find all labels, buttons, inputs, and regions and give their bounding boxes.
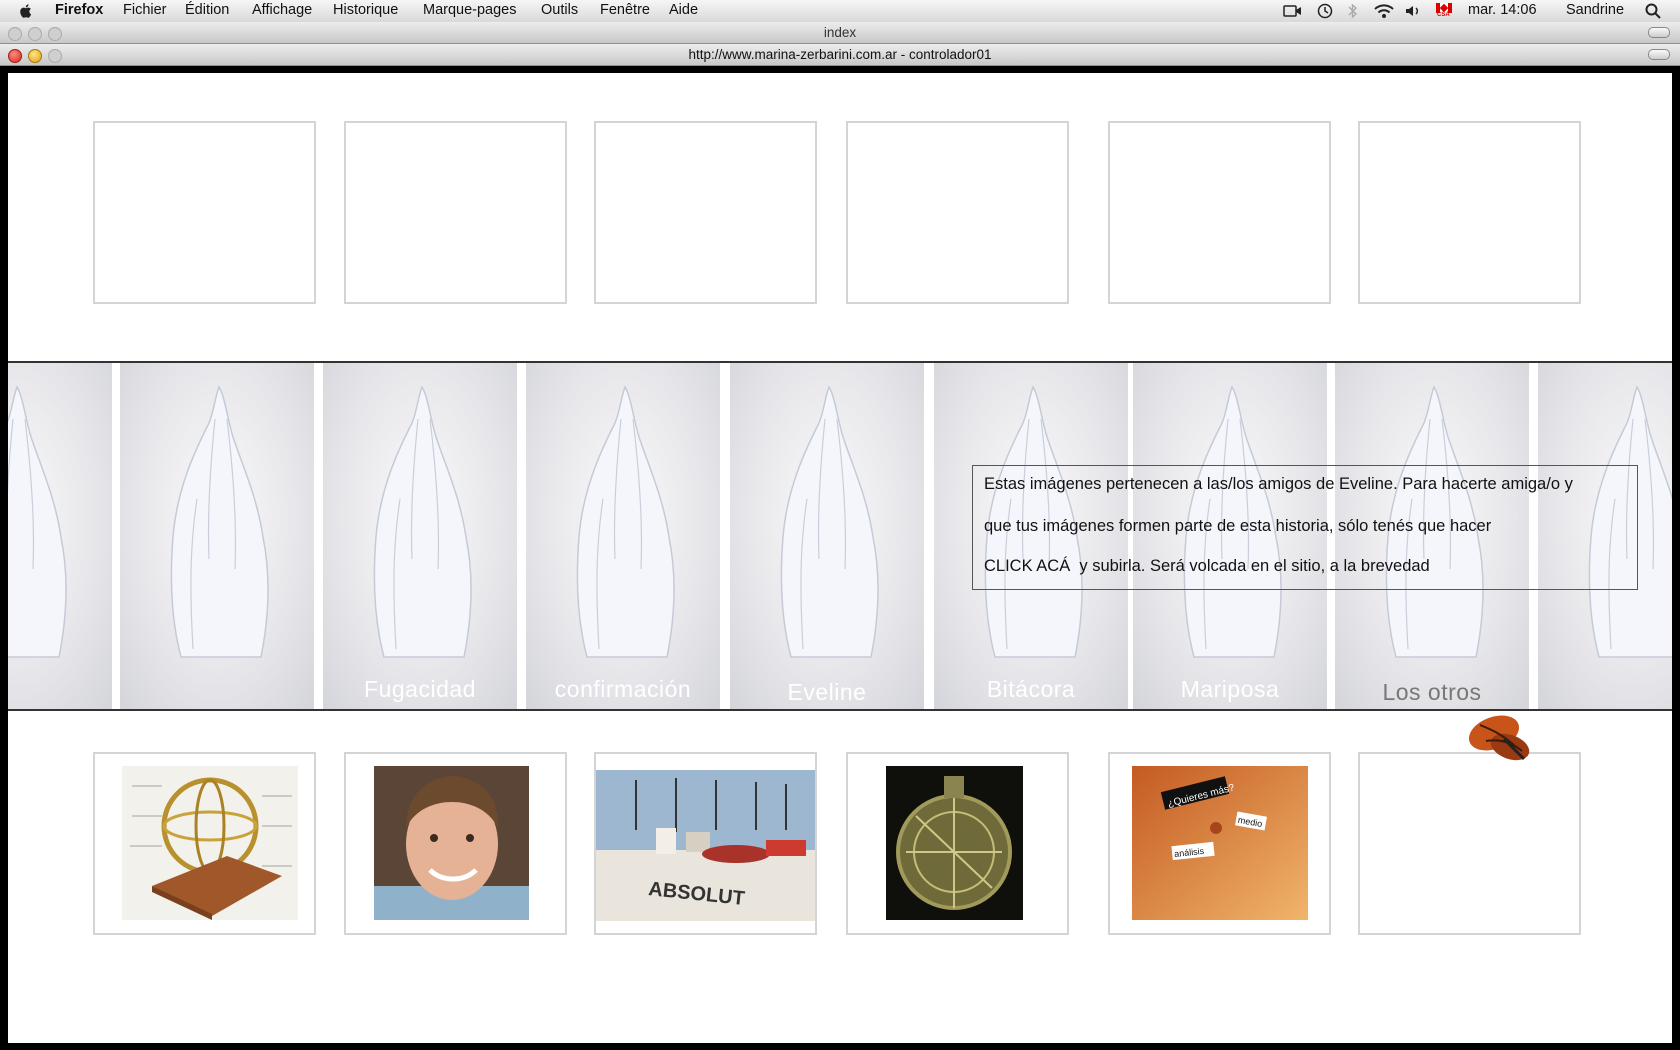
bottom-frame-2[interactable] — [344, 752, 567, 935]
drape-image — [8, 385, 67, 658]
minimize-button[interactable] — [28, 49, 42, 63]
menu-outils[interactable]: Outils — [541, 2, 578, 18]
bottom-frame-6[interactable] — [1358, 752, 1581, 935]
bottom-frame-1[interactable] — [93, 752, 316, 935]
click-aca-link[interactable]: CLICK ACÁ — [984, 557, 1070, 575]
menu-affichage[interactable]: Affichage — [252, 2, 312, 18]
info-line-1: Estas imágenes pertenecen a las/los amig… — [984, 475, 1573, 493]
menubar-clock[interactable]: mar. 14:06 — [1468, 2, 1537, 18]
menu-aide[interactable]: Aide — [669, 2, 698, 18]
menubar-user[interactable]: Sandrine — [1566, 2, 1624, 18]
panel-label-eveline[interactable]: Eveline — [730, 679, 924, 706]
drape-image — [373, 385, 472, 658]
window-title-url: http://www.marina-zerbarini.com.ar - con… — [688, 47, 992, 62]
panel-label-los-otros[interactable]: Los otros — [1335, 679, 1529, 706]
top-frame-3[interactable] — [594, 121, 817, 304]
panel-label-mariposa[interactable]: Mariposa — [1133, 676, 1327, 703]
drape-image — [780, 385, 879, 658]
menu-historique[interactable]: Historique — [333, 2, 398, 18]
bluetooth-icon[interactable] — [1347, 3, 1359, 19]
top-frame-5[interactable] — [1108, 121, 1331, 304]
web-page: Fugacidad confirmación Eveline Bitácora … — [8, 73, 1672, 1043]
toolbar-toggle-inner[interactable] — [1648, 49, 1670, 60]
menu-fenetre[interactable]: Fenêtre — [600, 2, 650, 18]
friends-info-box: Estas imágenes pertenecen a las/los amig… — [972, 465, 1638, 590]
apple-icon[interactable] — [17, 2, 35, 20]
panel-label-confirmacion[interactable]: confirmación — [526, 676, 720, 703]
top-frame-1[interactable] — [93, 121, 316, 304]
close-button[interactable] — [8, 49, 22, 63]
close-button-inactive[interactable] — [8, 27, 22, 41]
bottom-frame-5[interactable]: ¿Quieres más? medio análisis — [1108, 752, 1331, 935]
video-camera-icon[interactable] — [1283, 4, 1303, 18]
wifi-icon[interactable] — [1373, 3, 1395, 19]
menu-fichier[interactable]: Fichier — [123, 2, 167, 18]
top-frame-6[interactable] — [1358, 121, 1581, 304]
window-title-bar-inner: http://www.marina-zerbarini.com.ar - con… — [0, 44, 1680, 66]
panel-label-bitacora[interactable]: Bitácora — [934, 676, 1128, 703]
zoom-button[interactable] — [48, 49, 62, 63]
info-line-3-rest: y subirla. Será volcada en el sitio, a l… — [1070, 557, 1430, 575]
zoom-button-inactive[interactable] — [48, 27, 62, 41]
bottom-frame-3[interactable]: ABSOLUT — [594, 752, 817, 935]
window-title-outer: index — [823, 25, 857, 40]
input-source-label: CSA — [1437, 12, 1450, 18]
gallery-band: Fugacidad confirmación Eveline Bitácora … — [8, 361, 1672, 711]
panel-confirmacion[interactable]: confirmación — [526, 363, 720, 709]
menu-edition[interactable]: Édition — [185, 2, 229, 18]
mac-menubar: Firefox Fichier Édition Affichage Histor… — [0, 0, 1680, 23]
toolbar-toggle-outer[interactable] — [1648, 27, 1670, 38]
info-line-3: CLICK ACÁ y subirla. Será volcada en el … — [984, 557, 1430, 576]
top-frame-2[interactable] — [344, 121, 567, 304]
info-line-2: que tus imágenes formen parte de esta hi… — [984, 517, 1492, 535]
time-machine-icon[interactable] — [1316, 3, 1334, 19]
bottom-frame-4[interactable] — [846, 752, 1069, 935]
canada-flag-icon[interactable]: CSA — [1436, 3, 1452, 19]
menu-marque-pages[interactable]: Marque-pages — [423, 2, 517, 18]
drape-image — [576, 385, 675, 658]
armillary-sphere-thumbnail[interactable] — [122, 766, 298, 920]
drape-image — [170, 385, 269, 658]
body-stickers-thumbnail[interactable]: ¿Quieres más? medio análisis — [1132, 766, 1308, 920]
boy-portrait-thumbnail[interactable] — [374, 766, 529, 920]
panel-drape-0[interactable] — [8, 363, 112, 709]
panel-drape-1[interactable] — [120, 363, 314, 709]
volume-icon[interactable] — [1404, 4, 1422, 18]
panel-eveline[interactable]: Eveline — [730, 363, 924, 709]
astrolabe-thumbnail[interactable] — [886, 766, 1023, 920]
furniture-showroom-thumbnail[interactable]: ABSOLUT — [596, 770, 817, 921]
minimize-button-inactive[interactable] — [28, 27, 42, 41]
window-title-bar-outer: index — [0, 22, 1680, 44]
top-frame-4[interactable] — [846, 121, 1069, 304]
butterfly-cursor-image[interactable] — [1460, 703, 1540, 773]
menu-app-firefox[interactable]: Firefox — [55, 2, 103, 18]
panel-label-fugacidad[interactable]: Fugacidad — [323, 676, 517, 703]
panel-fugacidad[interactable]: Fugacidad — [323, 363, 517, 709]
spotlight-search-icon[interactable] — [1645, 3, 1661, 19]
